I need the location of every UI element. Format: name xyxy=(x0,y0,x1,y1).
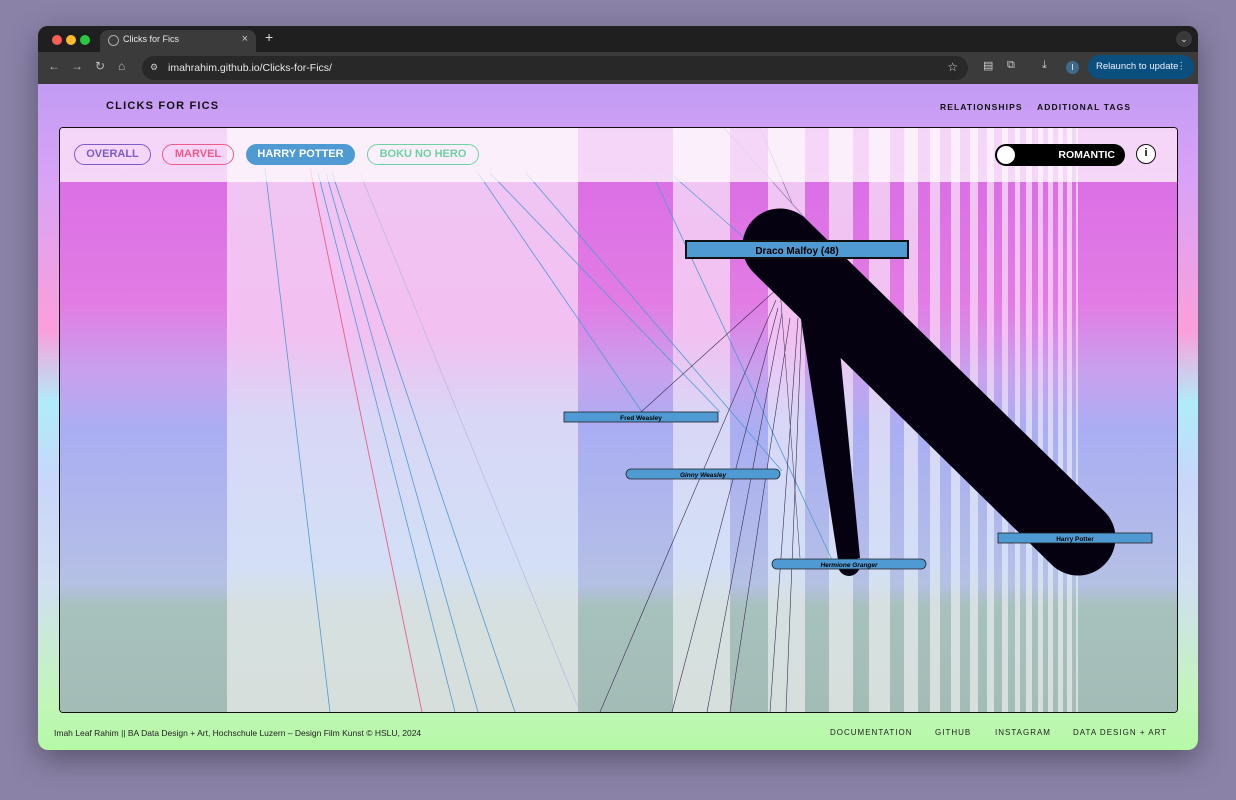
fandom-filter-bar: OVERALL MARVEL HARRY POTTER BOKU NO HERO… xyxy=(60,128,1177,182)
toggle-knob[interactable] xyxy=(997,146,1015,164)
footer-credit: Imah Leaf Rahim || BA Data Design + Art,… xyxy=(54,728,422,738)
column-band xyxy=(1020,128,1026,712)
tab-title: Clicks for Fics xyxy=(123,34,179,44)
nav-relationships[interactable]: RELATIONSHIPS xyxy=(940,102,1023,112)
tab-bar: Clicks for Fics × + ⌄ xyxy=(38,26,1198,52)
footer-link-data-design-art[interactable]: DATA DESIGN + ART xyxy=(1073,728,1167,737)
column-band xyxy=(890,128,904,712)
chevron-down-icon[interactable]: ⌄ xyxy=(1176,31,1192,47)
info-button[interactable]: i xyxy=(1136,144,1156,164)
extensions-icon[interactable]: ⧉ xyxy=(1007,59,1015,72)
footer-link-documentation[interactable]: DOCUMENTATION xyxy=(830,728,912,737)
zoom-window-button[interactable] xyxy=(80,35,90,45)
relaunch-button[interactable]: Relaunch to update ⋮ xyxy=(1088,55,1194,79)
more-icon[interactable]: ⋮ xyxy=(1177,55,1187,79)
column-band xyxy=(853,128,869,712)
column-band xyxy=(1043,128,1048,712)
tab-boku-no-hero[interactable]: BOKU NO HERO xyxy=(367,144,479,165)
minimize-window-button[interactable] xyxy=(66,35,76,45)
column-band xyxy=(1063,128,1067,712)
tab-marvel[interactable]: MARVEL xyxy=(162,144,234,165)
column-band xyxy=(1053,128,1058,712)
browser-tab[interactable]: Clicks for Fics × xyxy=(100,30,256,52)
footer-link-github[interactable]: GITHUB xyxy=(935,728,971,737)
reload-icon[interactable]: ↻ xyxy=(95,59,105,73)
page-content: CLICKS FOR FICS RELATIONSHIPS ADDITIONAL… xyxy=(38,84,1198,750)
browser-window: Clicks for Fics × + ⌄ ← → ↻ ⌂ ⚙ imahrahi… xyxy=(38,26,1198,750)
profile-icon[interactable]: I xyxy=(1066,61,1079,74)
url-text[interactable]: imahrahim.github.io/Clicks-for-Fics/ xyxy=(168,62,332,74)
relaunch-label: Relaunch to update xyxy=(1096,61,1179,72)
globe-icon xyxy=(108,35,119,46)
node-label: Ginny Weasley xyxy=(680,472,727,479)
tab-overall[interactable]: OVERALL xyxy=(74,144,151,165)
reading-mode-icon[interactable]: ▤ xyxy=(983,59,993,72)
node-label: Fred Weasley xyxy=(620,415,662,422)
romantic-toggle[interactable]: ROMANTIC xyxy=(995,144,1125,166)
back-icon[interactable]: ← xyxy=(48,59,60,73)
close-icon[interactable]: × xyxy=(242,33,248,45)
download-icon[interactable]: ⤓ xyxy=(1042,59,1047,72)
column-band xyxy=(60,128,227,712)
tab-harry-potter[interactable]: HARRY POTTER xyxy=(246,144,355,165)
column-band xyxy=(1078,128,1177,712)
network-visualization: Draco Malfoy (48) Fred Weasley Ginny Wea… xyxy=(60,128,1177,712)
node-label: Harry Potter xyxy=(1056,536,1094,543)
home-icon[interactable]: ⌂ xyxy=(118,59,125,73)
star-icon[interactable]: ☆ xyxy=(947,60,958,74)
site-title[interactable]: CLICKS FOR FICS xyxy=(106,100,219,112)
footer-link-instagram[interactable]: INSTAGRAM xyxy=(995,728,1051,737)
column-band xyxy=(1072,128,1076,712)
address-bar[interactable]: ⚙ imahrahim.github.io/Clicks-for-Fics/ ☆ xyxy=(142,56,968,80)
forward-icon[interactable]: → xyxy=(71,59,83,73)
node-label: Hermione Granger xyxy=(820,562,878,569)
plus-icon[interactable]: + xyxy=(265,29,273,45)
browser-toolbar: ← → ↻ ⌂ ⚙ imahrahim.github.io/Clicks-for… xyxy=(38,52,1198,84)
toggle-label: ROMANTIC xyxy=(1058,149,1115,161)
close-window-button[interactable] xyxy=(52,35,62,45)
column-band xyxy=(1032,128,1038,712)
site-settings-icon[interactable]: ⚙ xyxy=(150,62,158,73)
node-label: Draco Malfoy (48) xyxy=(755,246,838,257)
nav-additional-tags[interactable]: ADDITIONAL TAGS xyxy=(1037,102,1131,112)
visualization-panel: Draco Malfoy (48) Fred Weasley Ginny Wea… xyxy=(59,127,1178,713)
